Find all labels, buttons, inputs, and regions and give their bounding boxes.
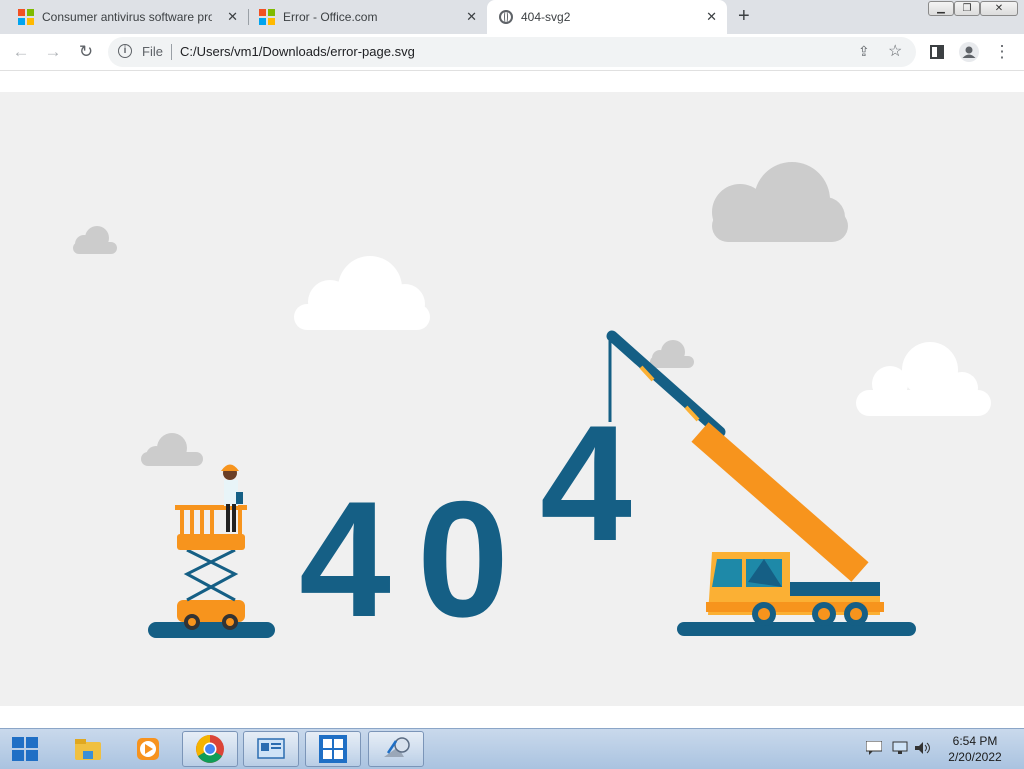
clock-time: 6:54 PM (952, 734, 998, 748)
cloud-gray-small (73, 226, 117, 254)
start-button[interactable] (12, 737, 38, 761)
bookmark-star-icon[interactable]: ☆ (888, 41, 902, 61)
cloud-gray-large (712, 162, 848, 242)
microsoft-logo-icon (259, 9, 275, 25)
crane-boom (606, 330, 869, 582)
digit-0: 0 (417, 467, 509, 651)
url-text[interactable]: C:/Users/vm1/Downloads/error-page.svg (180, 44, 415, 59)
close-icon[interactable]: ✕ (466, 9, 477, 25)
browser-toolbar: ← → ↻ i File C:/Users/vm1/Downloads/erro… (0, 34, 1024, 71)
cloud-white-right (856, 342, 991, 416)
new-tab-button[interactable]: + (738, 5, 750, 28)
microsoft-logo-icon (18, 9, 34, 25)
crane-truck (677, 552, 916, 636)
scissor-lift (148, 505, 275, 638)
globe-icon (499, 10, 513, 24)
restore-button[interactable]: ❐ (954, 1, 980, 16)
tab-404-svg2[interactable]: 404-svg2 ✕ (487, 0, 727, 34)
windows-taskbar: 6:54 PM 2/20/2022 (0, 728, 1024, 769)
404-illustration: 4 0 4 (73, 162, 991, 651)
tab-title: Error - Office.com (283, 10, 378, 24)
close-icon[interactable]: ✕ (706, 9, 717, 25)
digit-4-left: 4 (299, 467, 391, 651)
menu-kebab-icon[interactable]: ⋮ (990, 40, 1014, 64)
tab-antivirus[interactable]: Consumer antivirus software pro ✕ (0, 0, 248, 34)
cloud-gray-left (141, 433, 203, 466)
error-page-canvas: 4 0 4 (0, 92, 1024, 706)
tab-title: 404-svg2 (521, 10, 571, 24)
network-icon[interactable] (892, 741, 908, 760)
volume-icon[interactable] (914, 741, 932, 760)
forward-arrow-icon[interactable]: → (41, 40, 65, 64)
system-clock[interactable]: 6:54 PM 2/20/2022 (940, 733, 1010, 765)
clock-date: 2/20/2022 (948, 750, 1002, 764)
media-player-icon[interactable] (120, 731, 176, 767)
tab-title: Consumer antivirus software pro (42, 10, 212, 24)
tab-strip: Consumer antivirus software pro ✕ Error … (0, 0, 1024, 34)
close-window-button[interactable]: ✕ (980, 1, 1018, 16)
digit-4-right: 4 (540, 391, 632, 575)
info-icon[interactable]: i (118, 44, 132, 58)
minimize-button[interactable]: ▁ (928, 1, 954, 16)
address-bar[interactable]: i File C:/Users/vm1/Downloads/error-page… (108, 37, 916, 67)
share-icon[interactable]: ⇪ (858, 43, 870, 60)
tab-office-error[interactable]: Error - Office.com ✕ (249, 0, 487, 34)
network-tool-icon[interactable] (368, 731, 424, 767)
back-arrow-icon[interactable]: ← (9, 40, 33, 64)
windows-store-icon[interactable] (305, 731, 361, 767)
close-icon[interactable]: ✕ (227, 9, 238, 25)
divider (171, 44, 172, 60)
action-center-icon[interactable] (865, 740, 883, 760)
chrome-icon[interactable] (182, 731, 238, 767)
side-panel-icon[interactable] (925, 40, 949, 64)
profile-avatar-icon[interactable] (957, 40, 981, 64)
control-panel-icon[interactable] (243, 731, 299, 767)
cloud-white-center (294, 256, 430, 330)
reload-icon[interactable]: ↻ (74, 40, 98, 64)
scheme-label: File (142, 44, 163, 59)
file-explorer-icon[interactable] (60, 731, 116, 767)
cloud-gray-crane (650, 340, 694, 368)
